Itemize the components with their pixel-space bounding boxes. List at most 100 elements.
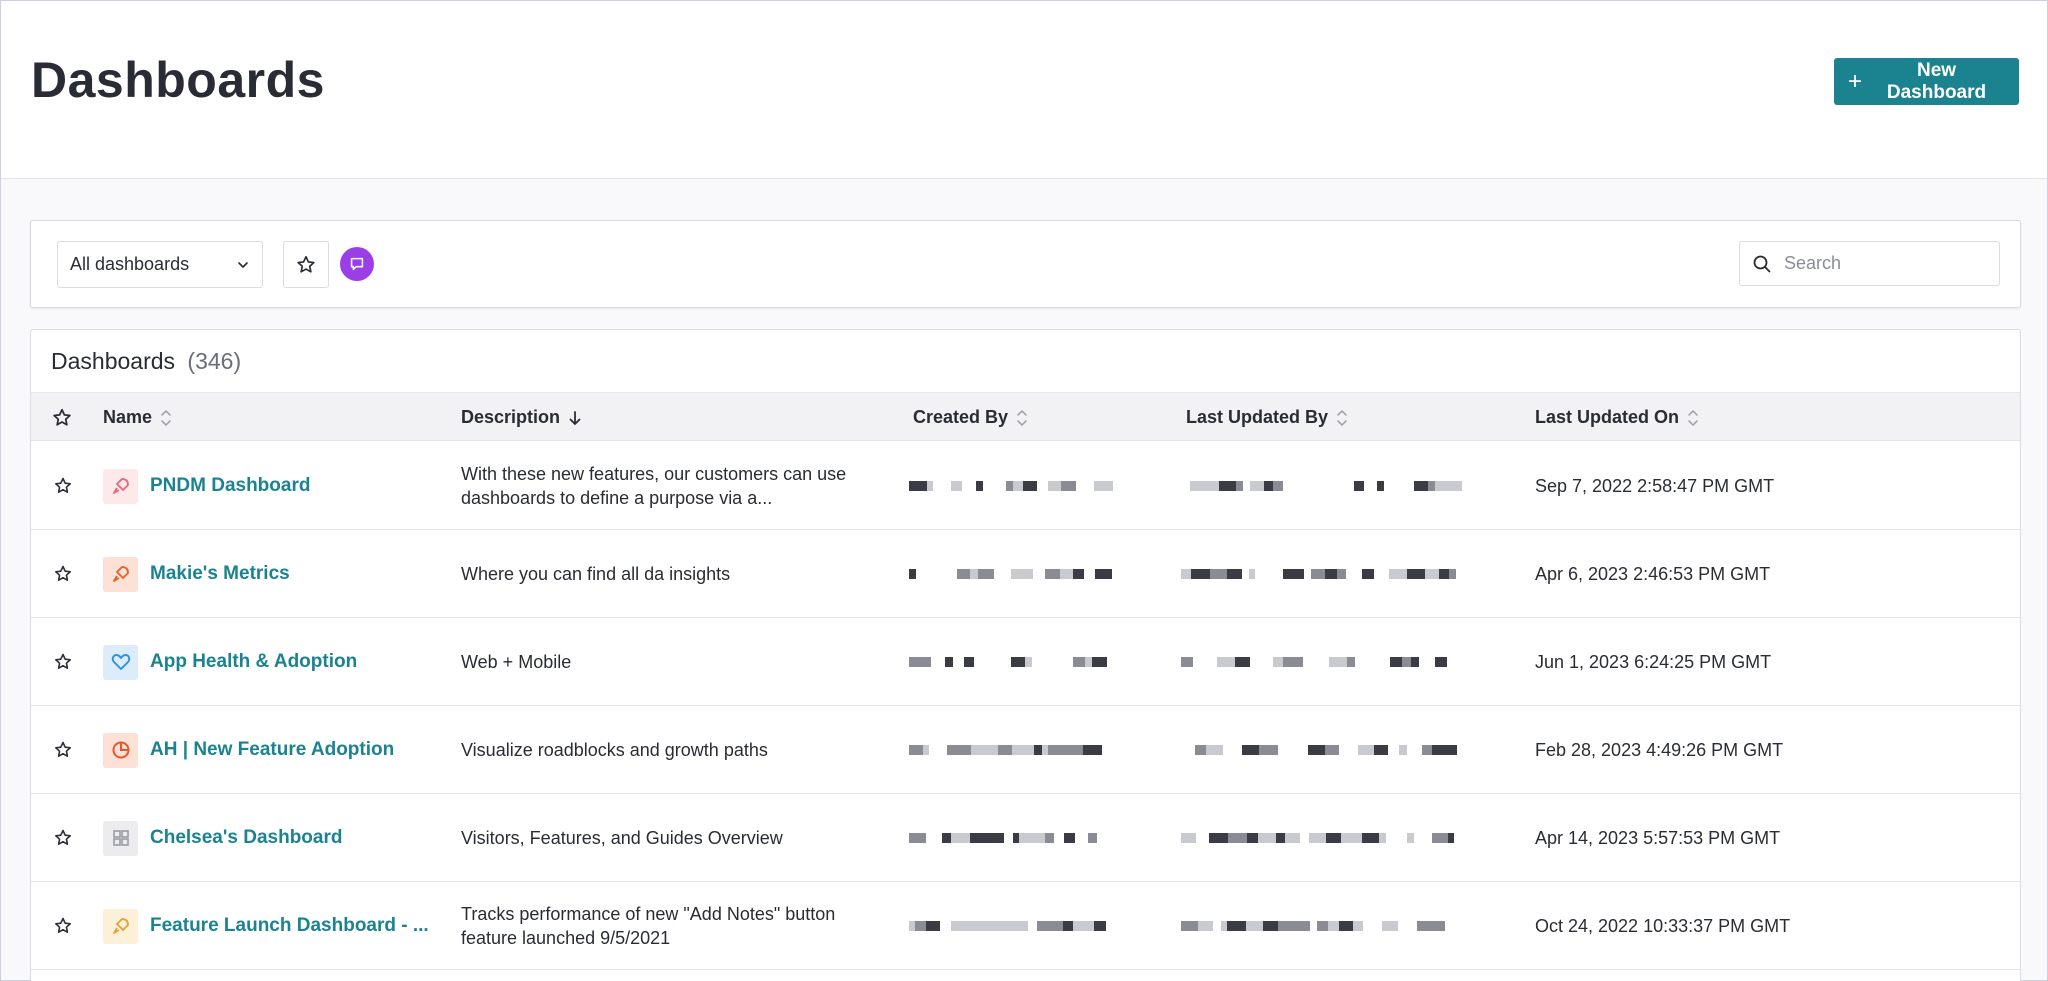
search-box[interactable] (1739, 241, 2000, 286)
last-updated-by-cell (1181, 882, 1488, 970)
description-column-header[interactable]: Description (461, 393, 582, 442)
redacted-user (1181, 655, 1457, 669)
redacted-user (1181, 743, 1457, 757)
rocket-icon (103, 908, 138, 944)
table-row[interactable]: AH | New Feature Adoption Visualize road… (31, 706, 2020, 794)
dashboard-link[interactable]: Chelsea's Dashboard (150, 827, 342, 849)
last-updated-on-cell: Sep 7, 2022 2:58:47 PM GMT (1535, 442, 1774, 530)
last-updated-date: Apr 14, 2023 5:57:53 PM GMT (1535, 827, 1781, 848)
last-updated-by-cell (1181, 442, 1488, 530)
favorite-toggle[interactable] (51, 882, 75, 970)
grid-icon (103, 820, 138, 856)
redacted-user (1181, 919, 1452, 933)
plus-icon: + (1848, 67, 1863, 95)
description-cell: Tracks performance of new "Add Notes" bu… (461, 882, 891, 970)
favorite-toggle[interactable] (51, 706, 75, 794)
dashboard-link[interactable]: Feature Launch Dashboard - ... (150, 915, 429, 937)
last-updated-on-column-label: Last Updated On (1535, 407, 1680, 427)
table-row[interactable]: Feature Launch Dashboard - ... Tracks pe… (31, 882, 2020, 970)
description-text: Visualize roadblocks and growth paths (461, 740, 768, 760)
favorite-toggle[interactable] (51, 442, 75, 530)
star-icon (53, 408, 71, 426)
last-updated-on-cell: Apr 14, 2023 5:57:53 PM GMT (1535, 794, 1780, 882)
page-title: Dashboards (31, 52, 325, 108)
created-by-cell (909, 530, 1181, 618)
description-cell: Web + Mobile (461, 618, 891, 706)
redacted-user (909, 655, 1107, 669)
description-cell: Where you can find all da insights (461, 530, 891, 618)
search-input[interactable] (1784, 253, 1984, 274)
star-icon (53, 564, 73, 584)
name-column-label: Name (103, 407, 153, 427)
last-updated-by-cell (1181, 530, 1488, 618)
pie-chart-icon (103, 732, 138, 768)
table-header: Name Description Created By Last Updated… (31, 392, 2020, 441)
dashboard-link[interactable]: App Health & Adoption (150, 651, 357, 673)
last-updated-date: Jun 1, 2023 6:24:25 PM GMT (1535, 651, 1772, 672)
table-row[interactable]: PNDM Dashboard With these new features, … (31, 442, 2020, 530)
sort-icon (1017, 409, 1027, 426)
table-row[interactable]: App Health & Adoption Web + Mobile Jun 1… (31, 618, 2020, 706)
redacted-user (1181, 831, 1454, 845)
star-icon (53, 828, 73, 848)
description-column-label: Description (461, 407, 561, 427)
last-updated-on-cell: Jun 1, 2023 6:24:25 PM GMT (1535, 618, 1771, 706)
name-cell: Makie's Metrics (103, 530, 290, 618)
redacted-user (1181, 567, 1456, 581)
last-updated-by-column-header[interactable]: Last Updated By (1186, 393, 1348, 442)
rocket-icon (103, 556, 138, 592)
dropdown-value: All dashboards (70, 254, 190, 274)
dashboard-filter-dropdown[interactable]: All dashboards (57, 241, 263, 288)
page-header: Dashboards + New Dashboard (1, 1, 2047, 179)
favorites-filter-button[interactable] (283, 241, 329, 288)
name-cell: Chelsea's Dashboard (103, 794, 342, 882)
star-icon (53, 740, 73, 760)
sort-icon (161, 409, 171, 426)
favorite-toggle[interactable] (51, 794, 75, 882)
new-dashboard-button[interactable]: + New Dashboard (1834, 58, 2019, 105)
description-text: Visitors, Features, and Guides Overview (461, 828, 783, 848)
dashboard-link[interactable]: Makie's Metrics (150, 563, 290, 585)
star-icon (53, 476, 73, 496)
redacted-user (909, 919, 1106, 933)
last-updated-by-cell (1181, 706, 1488, 794)
name-column-header[interactable]: Name (103, 393, 172, 442)
resource-center-button[interactable] (340, 247, 374, 281)
last-updated-on-cell: Feb 28, 2023 4:49:26 PM GMT (1535, 706, 1783, 794)
table-row[interactable]: Makie's Metrics Where you can find all d… (31, 530, 2020, 618)
favorite-column-header[interactable] (51, 393, 73, 442)
dashboard-link[interactable]: AH | New Feature Adoption (150, 739, 394, 761)
description-text: Tracks performance of new "Add Notes" bu… (461, 904, 836, 948)
last-updated-on-cell: Apr 6, 2023 2:46:53 PM GMT (1535, 530, 1770, 618)
name-cell: AH | New Feature Adoption (103, 706, 394, 794)
heart-icon (103, 644, 138, 680)
last-updated-by-column-label: Last Updated By (1186, 407, 1329, 427)
last-updated-by-cell (1181, 794, 1488, 882)
redacted-user (909, 743, 1102, 757)
dashboard-link[interactable]: PNDM Dashboard (150, 475, 310, 497)
favorite-toggle[interactable] (51, 618, 75, 706)
chevron-down-icon (236, 258, 250, 272)
redacted-user (909, 831, 1103, 845)
star-icon (53, 916, 73, 936)
rocket-icon (103, 468, 138, 504)
redacted-user (909, 479, 1113, 493)
description-cell: Visualize roadblocks and growth paths (461, 706, 891, 794)
last-updated-on-cell: Oct 24, 2022 10:33:37 PM GMT (1535, 882, 1790, 970)
created-by-column-header[interactable]: Created By (913, 393, 1028, 442)
name-cell: Feature Launch Dashboard - ... (103, 882, 429, 970)
description-text: Web + Mobile (461, 652, 572, 672)
created-by-cell (909, 882, 1181, 970)
description-text: Where you can find all da insights (461, 564, 731, 584)
name-cell: App Health & Adoption (103, 618, 357, 706)
filter-bar: All dashboards (30, 220, 2021, 308)
created-by-cell (909, 706, 1181, 794)
description-cell: With these new features, our customers c… (461, 442, 891, 530)
last-updated-date: Feb 28, 2023 4:49:26 PM GMT (1535, 739, 1784, 760)
created-by-column-label: Created By (913, 407, 1009, 427)
created-by-cell (909, 794, 1181, 882)
favorite-toggle[interactable] (51, 530, 75, 618)
star-icon (53, 652, 73, 672)
last-updated-on-column-header[interactable]: Last Updated On (1535, 393, 1699, 442)
table-row[interactable]: Chelsea's Dashboard Visitors, Features, … (31, 794, 2020, 882)
